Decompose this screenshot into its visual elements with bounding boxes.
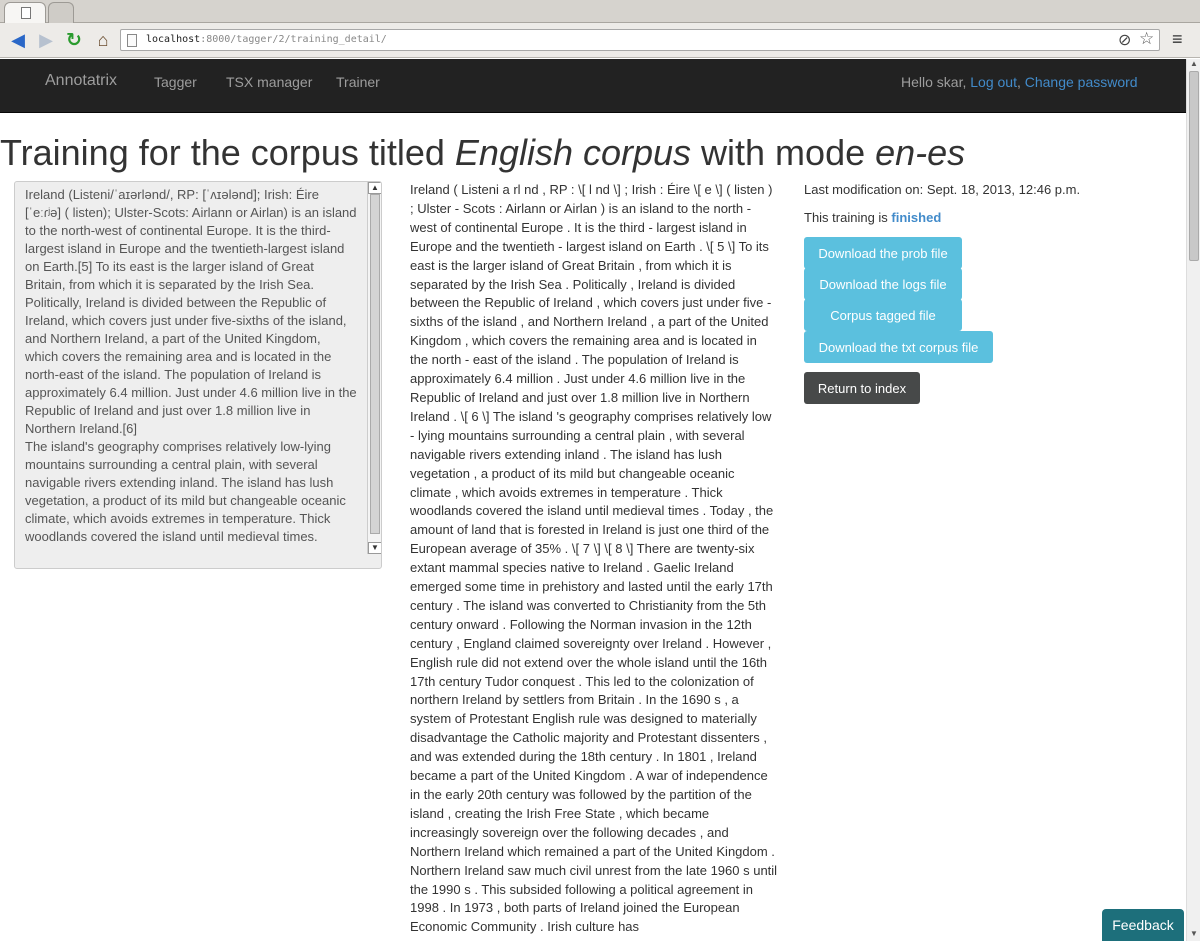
user-nav: Hello skar, Log out, Change password	[901, 74, 1138, 90]
nav-link-trainer[interactable]: Trainer	[336, 74, 380, 90]
scroll-up-arrow-icon[interactable]: ▲	[368, 182, 381, 194]
status-badge: finished	[891, 210, 942, 225]
brand-link[interactable]: Annotatrix	[45, 72, 117, 90]
change-password-link[interactable]: Change password	[1025, 74, 1138, 90]
original-text: Ireland (Listeni/ˈaɪərlənd/, RP: [ˈʌɪələ…	[25, 187, 357, 544]
return-to-index-button[interactable]: Return to index	[804, 372, 920, 404]
url-host: localhost	[146, 34, 201, 45]
browser-toolbar: ◀ ▶ ↻ ⌂ localhost:8000/tagger/2/training…	[0, 23, 1200, 58]
page-icon	[21, 7, 31, 19]
page-scrollbar[interactable]: ▲ ▼	[1186, 59, 1200, 941]
page-viewport: Annotatrix Tagger TSX manager Trainer He…	[0, 59, 1186, 941]
back-arrow-icon[interactable]: ◀	[7, 29, 29, 51]
extension-icon[interactable]: ⊘	[1118, 30, 1131, 50]
greeting-text: Hello skar,	[901, 74, 971, 90]
page-icon	[127, 34, 137, 47]
logout-link[interactable]: Log out	[970, 74, 1017, 90]
page-scroll-down-arrow-icon[interactable]: ▼	[1187, 929, 1200, 941]
last-modification: Last modification on: Sept. 18, 2013, 12…	[804, 182, 1081, 197]
page-scroll-thumb[interactable]	[1189, 71, 1199, 261]
title-mode: en-es	[875, 132, 966, 173]
nav-link-tsx-manager[interactable]: TSX manager	[226, 74, 312, 90]
browser-menu-icon[interactable]: ≡	[1172, 29, 1183, 50]
home-icon[interactable]: ⌂	[92, 29, 114, 51]
page-scroll-up-arrow-icon[interactable]: ▲	[1187, 59, 1200, 71]
separator-text: ,	[1016, 74, 1025, 90]
bookmark-star-icon[interactable]: ☆	[1139, 29, 1154, 49]
browser-tabstrip	[0, 0, 1200, 24]
forward-arrow-icon[interactable]: ▶	[35, 29, 57, 51]
address-bar[interactable]: localhost:8000/tagger/2/training_detail/	[120, 29, 1160, 51]
url-text: localhost:8000/tagger/2/training_detail/	[146, 34, 387, 45]
download-txt-corpus-button[interactable]: Download the txt corpus file	[804, 331, 993, 363]
new-tab-button[interactable]	[48, 2, 74, 24]
title-prefix: Training for the corpus titled	[0, 132, 455, 173]
training-status: This training is finished	[804, 210, 941, 225]
download-prob-button[interactable]: Download the prob file	[804, 237, 962, 269]
reload-icon[interactable]: ↻	[63, 29, 85, 51]
tagged-text: Ireland ( Listeni a rl nd , RP : \[ l nd…	[410, 182, 778, 935]
corpus-tagged-button[interactable]: Corpus tagged file	[804, 299, 962, 331]
page-title: Training for the corpus titled English c…	[0, 132, 965, 174]
url-path: :8000/tagger/2/training_detail/	[200, 34, 387, 45]
browser-tab-active[interactable]	[4, 2, 46, 24]
textarea-scrollbar[interactable]: ▲ ▼	[367, 182, 381, 554]
nav-link-tagger[interactable]: Tagger	[154, 74, 197, 90]
title-middle: with mode	[691, 132, 876, 173]
textarea-scroll-thumb[interactable]	[370, 194, 380, 534]
title-corpus-name: English corpus	[454, 132, 692, 173]
original-text-area[interactable]: Ireland (Listeni/ˈaɪərlənd/, RP: [ˈʌɪələ…	[14, 181, 382, 569]
status-label: This training is	[804, 210, 892, 225]
download-logs-button[interactable]: Download the logs file	[804, 268, 962, 300]
scroll-down-arrow-icon[interactable]: ▼	[368, 542, 381, 554]
top-navbar: Annotatrix Tagger TSX manager Trainer He…	[0, 59, 1186, 113]
feedback-button[interactable]: Feedback	[1102, 909, 1184, 941]
